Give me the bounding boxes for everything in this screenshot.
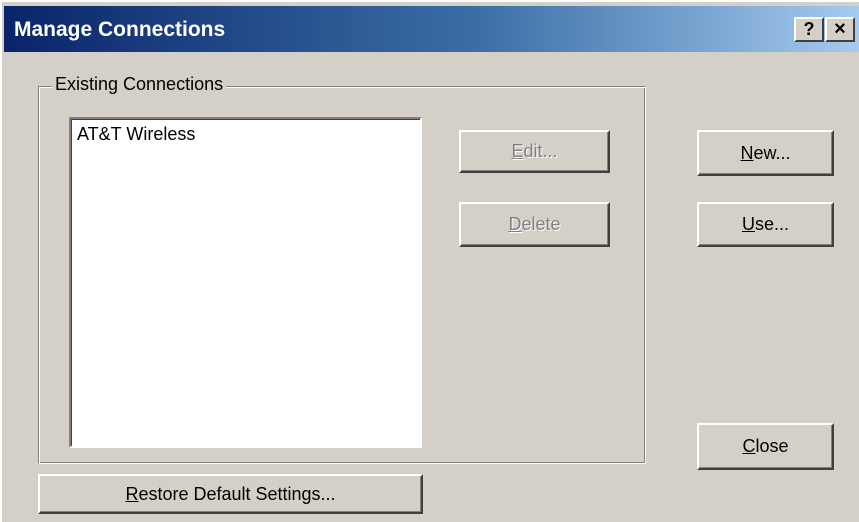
close-window-button[interactable]: ×	[825, 17, 855, 42]
use-accel: U	[741, 214, 755, 234]
delete-button[interactable]: Delete	[459, 202, 610, 247]
restore-label: estore Default Settings...	[138, 484, 336, 504]
connections-listbox[interactable]: AT&T Wireless	[69, 117, 422, 448]
close-label: lose	[755, 436, 789, 456]
restore-default-settings-button[interactable]: Restore Default Settings...	[38, 474, 423, 514]
new-label: ew...	[753, 143, 791, 163]
help-button[interactable]: ?	[794, 17, 824, 42]
new-button[interactable]: New...	[697, 130, 834, 176]
close-icon: ×	[834, 18, 846, 40]
new-accel: N	[740, 143, 754, 163]
use-label: se...	[754, 214, 789, 234]
manage-connections-dialog: Manage Connections ? × Existing Connecti…	[0, 0, 859, 522]
use-button[interactable]: Use...	[697, 202, 834, 247]
close-button[interactable]: Close	[697, 423, 834, 470]
title-bar[interactable]: Manage Connections ? ×	[4, 6, 859, 52]
delete-label: elete	[521, 214, 561, 234]
list-item[interactable]: AT&T Wireless	[77, 124, 195, 145]
existing-connections-label: Existing Connections	[52, 74, 227, 95]
edit-button[interactable]: Edit...	[459, 130, 610, 173]
delete-accel: D	[508, 214, 522, 234]
restore-accel: R	[125, 484, 139, 504]
window-title: Manage Connections	[14, 18, 226, 41]
close-accel: C	[742, 436, 756, 456]
edit-label: dit...	[523, 141, 558, 161]
edit-accel: E	[511, 141, 524, 161]
